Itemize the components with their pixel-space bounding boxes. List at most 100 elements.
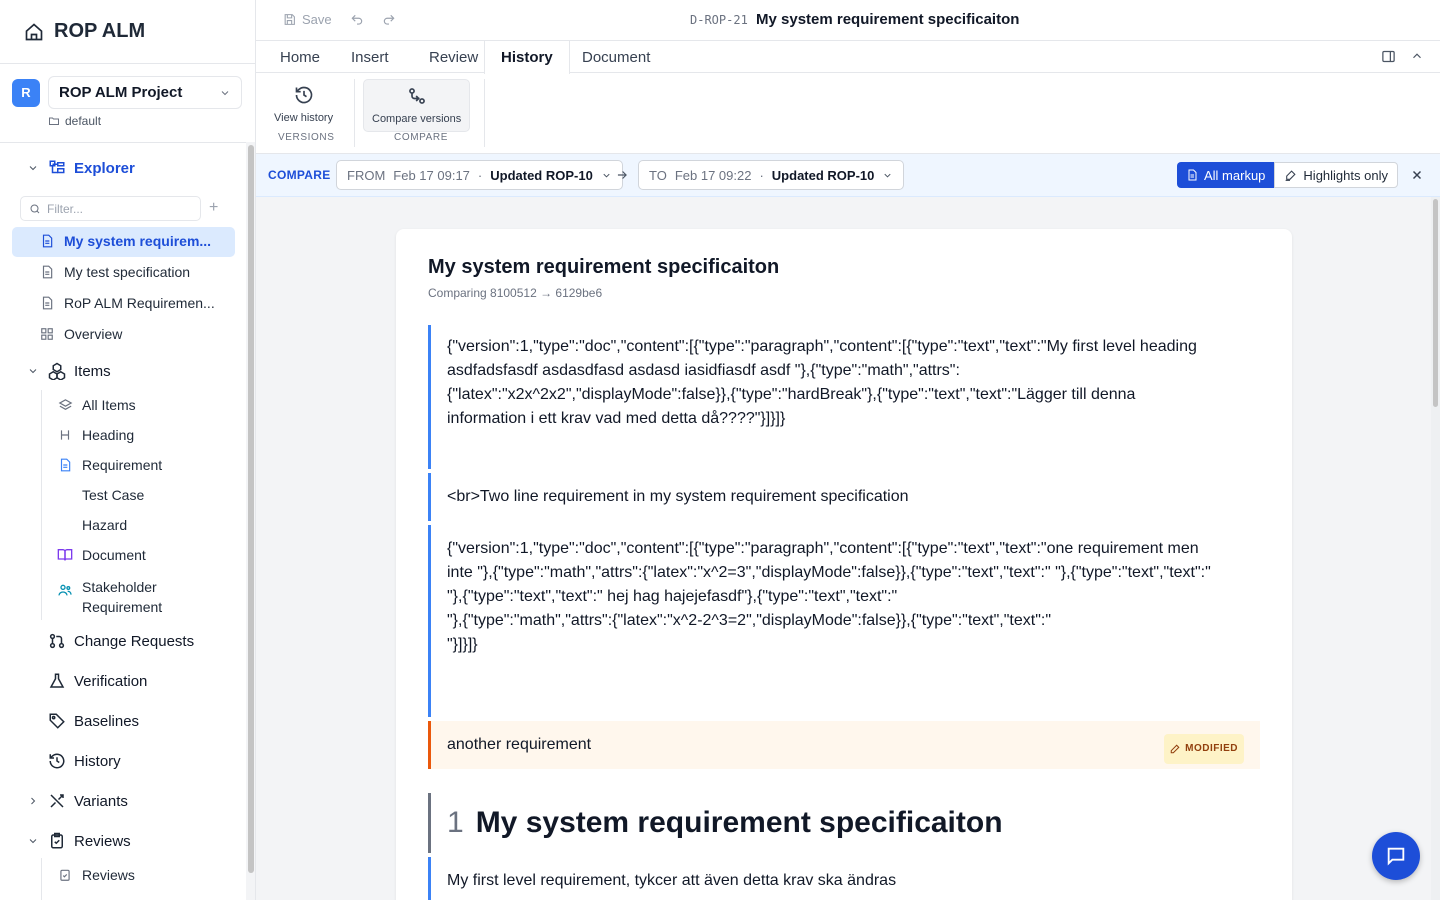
compare-versions-button[interactable]: Compare versions bbox=[363, 79, 471, 132]
requirement-block-modified[interactable]: another requirement MODIFIED bbox=[428, 721, 1260, 769]
document-icon bbox=[38, 234, 56, 248]
close-icon[interactable] bbox=[1410, 168, 1424, 182]
sidebar-item-hazard[interactable]: Hazard bbox=[56, 517, 127, 533]
section-label: Change Requests bbox=[74, 632, 195, 650]
document-title: My system requirement specificaiton bbox=[756, 11, 1020, 28]
sidebar-item-all-items[interactable]: All Items bbox=[56, 397, 136, 413]
sidebar: ROP ALM R ROP ALM Project default Explor… bbox=[0, 0, 256, 900]
item-type-label: Test Case bbox=[82, 487, 145, 503]
requirement-block[interactable]: {"version":1,"type":"doc","content":[{"t… bbox=[428, 525, 1260, 717]
badge-label: MODIFIED bbox=[1185, 743, 1238, 754]
add-icon[interactable]: + bbox=[209, 200, 218, 216]
sidebar-item-document[interactable]: Document bbox=[56, 547, 146, 563]
content-scroll-thumb[interactable] bbox=[1433, 199, 1438, 407]
view-history-button[interactable]: View history bbox=[266, 79, 341, 130]
versions-group-label: VERSIONS bbox=[278, 132, 335, 143]
panel-toggle-icon[interactable] bbox=[1381, 49, 1396, 64]
to-version-select[interactable]: TO Feb 17 09:22 · Updated ROP-10 bbox=[638, 160, 905, 190]
block-text: {"version":1,"type":"doc","content":[{"t… bbox=[447, 540, 1211, 581]
document-id: D-ROP-21 bbox=[690, 13, 748, 27]
clipboard-icon bbox=[56, 868, 74, 882]
explorer-section[interactable]: Explorer bbox=[26, 159, 135, 177]
folder-icon bbox=[48, 115, 60, 127]
project-avatar: R bbox=[12, 78, 40, 107]
item-type-label: Stakeholder Requirement bbox=[82, 579, 163, 615]
tag-icon bbox=[48, 712, 66, 730]
item-type-label: Hazard bbox=[82, 517, 128, 533]
workspace-label[interactable]: default bbox=[48, 114, 101, 128]
tab-document[interactable]: Document bbox=[566, 41, 666, 73]
from-prefix: FROM bbox=[347, 167, 386, 183]
heading-icon bbox=[56, 428, 74, 442]
chat-button[interactable] bbox=[1372, 832, 1420, 880]
sidebar-item-stakeholder[interactable]: Stakeholder Requirement bbox=[56, 577, 206, 617]
item-type-label: Requirement bbox=[82, 457, 163, 473]
redo-icon[interactable] bbox=[382, 13, 396, 27]
highlights-only-button[interactable]: Highlights only bbox=[1274, 162, 1398, 188]
highlighter-icon bbox=[1284, 169, 1297, 182]
document-icon bbox=[38, 265, 56, 279]
tab-home[interactable]: Home bbox=[264, 41, 336, 73]
pencil-icon bbox=[1170, 744, 1180, 754]
tab-actions bbox=[1381, 49, 1424, 64]
item-type-label: Document bbox=[82, 547, 146, 563]
save-button[interactable]: Save bbox=[283, 12, 332, 27]
section-label: Verification bbox=[74, 672, 148, 690]
tab-review[interactable]: Review bbox=[413, 41, 494, 73]
sidebar-doc-test-spec[interactable]: My test specification bbox=[38, 264, 190, 280]
sidebar-doc-rop-alm[interactable]: RoP ALM Requiremen... bbox=[38, 295, 215, 311]
document-icon bbox=[1186, 169, 1198, 181]
filter-input[interactable]: Filter... bbox=[20, 196, 201, 221]
sidebar-item-requirement[interactable]: Requirement bbox=[56, 457, 162, 473]
all-markup-button[interactable]: All markup bbox=[1177, 162, 1275, 188]
divider bbox=[484, 79, 485, 147]
sidebar-verification[interactable]: Verification bbox=[48, 672, 147, 690]
sidebar-reviews-child[interactable]: Reviews bbox=[56, 867, 135, 883]
from-change: Updated ROP-10 bbox=[490, 167, 593, 183]
ribbon-panel: View history VERSIONS Compare versions C… bbox=[256, 73, 1440, 154]
heading-block[interactable]: 1 My system requirement specificaiton bbox=[428, 793, 1260, 853]
tree-line bbox=[41, 858, 42, 900]
project-select[interactable]: ROP ALM Project bbox=[48, 76, 242, 109]
heading-number: 1 bbox=[447, 806, 464, 839]
view-history-label: View history bbox=[274, 112, 334, 124]
chat-icon bbox=[1385, 845, 1407, 867]
sidebar-item-test-case[interactable]: Test Case bbox=[56, 487, 144, 503]
block-text-line: "}]}]} bbox=[447, 636, 478, 653]
explorer-label: Explorer bbox=[74, 159, 135, 177]
ribbon-tabs: Home Insert Review History Document bbox=[256, 41, 1440, 74]
sidebar-history[interactable]: History bbox=[48, 752, 121, 770]
chevron-down-icon bbox=[601, 170, 612, 181]
brand[interactable]: ROP ALM bbox=[0, 0, 255, 64]
sidebar-scroll-thumb[interactable] bbox=[248, 145, 254, 873]
items-label: Items bbox=[74, 362, 111, 380]
requirement-block[interactable]: <br>Two line requirement in my system re… bbox=[428, 473, 1260, 521]
sidebar-item-heading[interactable]: Heading bbox=[56, 427, 134, 443]
sidebar-reviews[interactable]: Reviews bbox=[26, 832, 131, 850]
item-type-label: Heading bbox=[82, 427, 135, 443]
sidebar-baselines[interactable]: Baselines bbox=[48, 712, 139, 730]
chevron-up-icon[interactable] bbox=[1410, 49, 1424, 64]
sidebar-overview[interactable]: Overview bbox=[38, 326, 122, 342]
items-section[interactable]: Items bbox=[26, 362, 111, 380]
sidebar-variants[interactable]: Variants bbox=[26, 792, 128, 810]
variants-icon bbox=[48, 792, 66, 810]
requirement-block[interactable]: {"version":1,"type":"doc","content":[{"t… bbox=[428, 325, 1260, 469]
filter-placeholder: Filter... bbox=[47, 201, 84, 216]
sidebar-doc-system-req[interactable]: My system requirem... bbox=[38, 233, 211, 249]
app-title: ROP ALM bbox=[54, 20, 146, 42]
from-version-select[interactable]: FROM Feb 17 09:17 · Updated ROP-10 bbox=[336, 160, 623, 190]
history-icon bbox=[294, 85, 314, 105]
section-label: Variants bbox=[74, 792, 128, 810]
save-icon bbox=[283, 13, 296, 26]
compare-versions-label: Compare versions bbox=[372, 113, 462, 125]
tree-line bbox=[41, 390, 42, 620]
tab-history[interactable]: History bbox=[484, 41, 570, 74]
sidebar-change-requests[interactable]: Change Requests bbox=[48, 632, 194, 650]
tab-insert[interactable]: Insert bbox=[335, 41, 405, 73]
project-switcher: R ROP ALM Project bbox=[12, 76, 242, 109]
undo-icon[interactable] bbox=[350, 13, 364, 27]
block-text-line: "},{"type":"text","text":" hej hag hajej… bbox=[447, 588, 898, 605]
highlights-only-label: Highlights only bbox=[1303, 167, 1388, 183]
requirement-block[interactable]: My first level requirement, tykcer att ä… bbox=[428, 857, 1260, 900]
